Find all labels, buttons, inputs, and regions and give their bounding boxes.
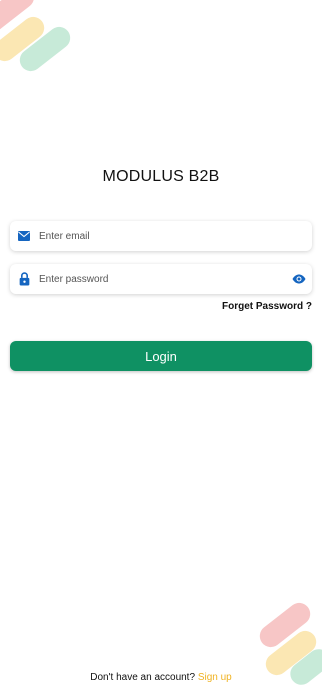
- email-input[interactable]: [39, 230, 312, 242]
- password-field[interactable]: [10, 264, 312, 294]
- eye-icon[interactable]: [292, 272, 306, 286]
- lock-icon: [17, 272, 31, 286]
- page-title: MODULUS B2B: [102, 168, 220, 185]
- email-field[interactable]: [10, 221, 312, 251]
- password-input[interactable]: [39, 273, 292, 285]
- mail-icon: [17, 229, 31, 243]
- signup-link[interactable]: Sign up: [198, 672, 232, 683]
- decoration-top-left: [0, 0, 80, 80]
- signup-question: Don't have an account?: [90, 672, 196, 683]
- login-button[interactable]: Login: [10, 341, 312, 371]
- signup-prompt: Don't have an account? Sign up: [0, 672, 322, 683]
- forgot-password-link[interactable]: Forget Password ?: [222, 301, 312, 312]
